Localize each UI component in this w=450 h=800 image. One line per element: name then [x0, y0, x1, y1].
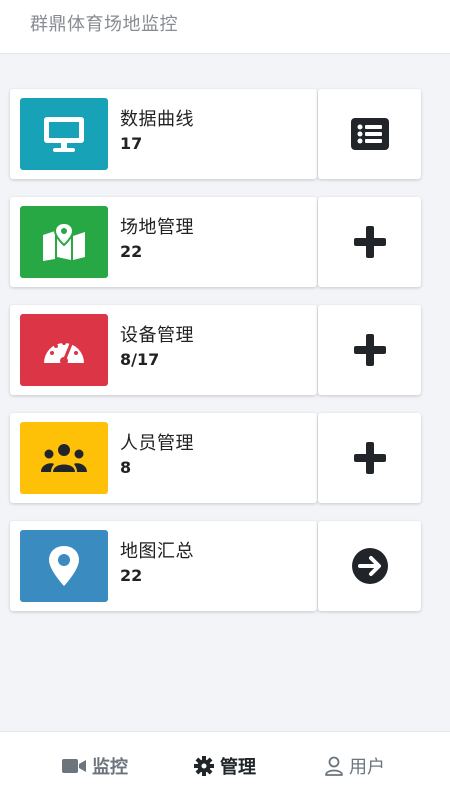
gauge-icon [44, 341, 84, 365]
user-icon [325, 756, 343, 776]
card-label: 人员管理 [120, 433, 194, 454]
arrow-right-circle-icon [351, 548, 388, 584]
card-data-curve[interactable]: 数据曲线 17 [10, 89, 317, 179]
gear-icon [194, 756, 214, 776]
add-personnel-button[interactable] [318, 413, 421, 503]
list-icon [350, 118, 389, 150]
nav-tab-monitor[interactable]: 监控 [35, 732, 155, 800]
map-icon [43, 223, 85, 261]
card-device-management[interactable]: 设备管理 8/17 [10, 305, 317, 395]
card-row-venue: 场地管理 22 [10, 197, 421, 287]
add-venue-button[interactable] [318, 197, 421, 287]
card-map-summary[interactable]: 地图汇总 22 [10, 521, 317, 611]
tile-map-summary [20, 530, 108, 602]
app-title: 群鼎体育场地监控 [30, 14, 178, 35]
plus-icon [353, 334, 386, 366]
card-row-device: 设备管理 8/17 [10, 305, 421, 395]
nav-label-user: 用户 [349, 757, 385, 778]
video-camera-icon [62, 759, 86, 773]
monitor-icon [44, 117, 84, 152]
card-value: 22 [120, 242, 143, 261]
plus-icon [353, 226, 386, 258]
map-pin-icon [49, 546, 79, 586]
tile-venue [20, 206, 108, 278]
card-label: 设备管理 [120, 325, 194, 346]
card-row-personnel: 人员管理 8 [10, 413, 421, 503]
card-label: 地图汇总 [120, 541, 194, 562]
card-row-map-summary: 地图汇总 22 [10, 521, 421, 611]
nav-label-monitor: 监控 [92, 757, 128, 778]
plus-icon [353, 442, 386, 474]
bottom-nav: 监控 管理 用户 [0, 731, 450, 800]
app-header: 群鼎体育场地监控 [0, 0, 450, 54]
tile-personnel [20, 422, 108, 494]
card-row-data-curve: 数据曲线 17 [10, 89, 421, 179]
card-value: 17 [120, 134, 143, 153]
card-personnel-management[interactable]: 人员管理 8 [10, 413, 317, 503]
card-value: 8 [120, 458, 132, 477]
card-value: 22 [120, 566, 143, 585]
card-venue-management[interactable]: 场地管理 22 [10, 197, 317, 287]
users-icon [41, 444, 87, 472]
tile-device [20, 314, 108, 386]
list-button[interactable] [318, 89, 421, 179]
card-value: 8/17 [120, 350, 160, 369]
nav-label-manage: 管理 [220, 757, 256, 778]
add-device-button[interactable] [318, 305, 421, 395]
nav-tab-user[interactable]: 用户 [295, 732, 415, 800]
tile-data-curve [20, 98, 108, 170]
go-to-map-button[interactable] [318, 521, 421, 611]
nav-tab-manage[interactable]: 管理 [165, 732, 285, 800]
card-label: 数据曲线 [120, 109, 194, 130]
card-label: 场地管理 [120, 217, 194, 238]
